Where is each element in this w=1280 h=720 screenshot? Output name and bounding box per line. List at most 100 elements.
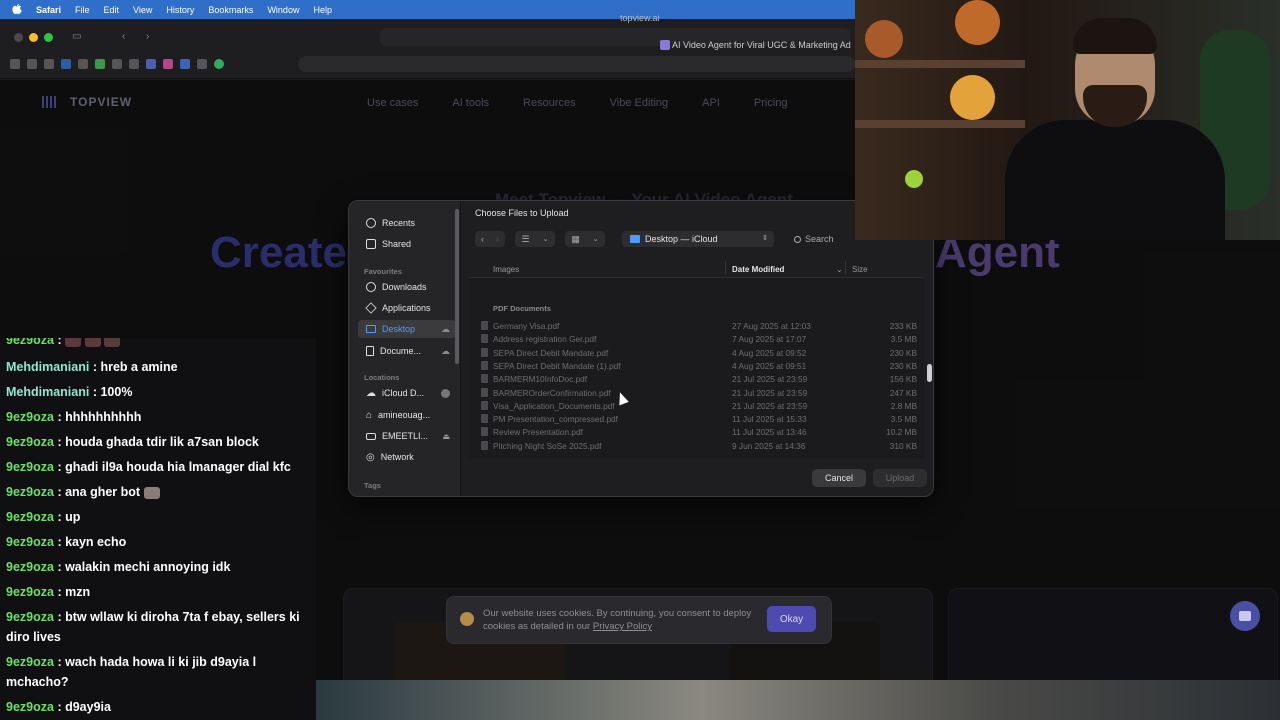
- minimize-window-button[interactable]: [29, 33, 38, 42]
- file-row[interactable]: Pitching Night SoSe 2025.pdf 9 Jun 2025 a…: [479, 440, 919, 453]
- icloud-icon: ☁: [441, 323, 450, 334]
- forward-icon[interactable]: ›: [496, 234, 499, 244]
- file-row[interactable]: Review Presentation.pdf 11 Jul 2025 at 13…: [479, 426, 919, 439]
- chat-username[interactable]: 9ez9oza: [6, 485, 54, 499]
- location-popup[interactable]: Desktop — iCloud ⇕: [622, 231, 774, 247]
- favorite-site-icon[interactable]: [78, 59, 88, 69]
- file-row[interactable]: PM Presentation_compressed.pdf 11 Jul 202…: [479, 413, 919, 426]
- favorite-site-icon[interactable]: [10, 59, 20, 69]
- sidebar-label: amineouag...: [378, 410, 431, 420]
- list-view-button[interactable]: ☰ ⌄: [515, 231, 555, 247]
- sidebar-toggle-icon[interactable]: ▭: [72, 31, 81, 42]
- close-window-button[interactable]: [14, 33, 23, 42]
- chat-text: : up: [57, 510, 81, 524]
- file-row[interactable]: SEPA Direct Debit Mandate.pdf 4 Aug 2025 …: [479, 347, 919, 360]
- clock-icon: [366, 218, 376, 228]
- chat-username[interactable]: 9ez9oza: [6, 560, 54, 574]
- chat-username[interactable]: Mehdimaniani: [6, 360, 89, 374]
- folder-icon: [630, 235, 640, 243]
- back-icon[interactable]: ‹: [481, 234, 484, 244]
- menu-edit[interactable]: Edit: [104, 5, 120, 15]
- favorite-site-icon[interactable]: [129, 59, 139, 69]
- file-row[interactable]: BARMERM10InfoDoc.pdf 21 Jul 2025 at 23:59…: [479, 373, 919, 386]
- zoom-window-button[interactable]: [44, 33, 53, 42]
- privacy-policy-link[interactable]: Privacy Policy: [593, 621, 652, 632]
- dialog-title: Choose Files to Upload: [475, 208, 569, 218]
- sidebar-item-documents[interactable]: Docume... ☁: [358, 342, 456, 360]
- cookie-text: Our website uses cookies. By continuing,…: [483, 607, 753, 633]
- file-row[interactable]: Visa_Application_Documents.pdf 21 Jul 202…: [479, 400, 919, 413]
- file-list-scrollbar[interactable]: [927, 364, 932, 382]
- sidebar-item-home[interactable]: ⌂ amineouag...: [358, 406, 456, 424]
- chat-text: : walakin mechi annoying idk: [57, 560, 231, 574]
- file-name: Review Presentation.pdf: [493, 427, 583, 438]
- sidebar-item-shared[interactable]: Shared: [358, 235, 456, 253]
- apple-icon[interactable]: [12, 4, 22, 15]
- favorite-site-icon[interactable]: [44, 59, 54, 69]
- chat-username[interactable]: Mehdimaniani: [6, 385, 89, 399]
- support-chat-icon[interactable]: [1230, 601, 1260, 631]
- forward-icon[interactable]: ›: [146, 31, 149, 42]
- chat-username[interactable]: 9ez9oza: [6, 610, 54, 624]
- favorite-site-icon[interactable]: [95, 59, 105, 69]
- upload-button[interactable]: Upload: [873, 469, 927, 487]
- sidebar-item-applications[interactable]: Applications: [358, 299, 456, 317]
- pdf-file-icon: [481, 427, 488, 437]
- chat-username[interactable]: 9ez9oza: [6, 460, 54, 474]
- chat-message: Mehdimaniani : hreb a amine: [6, 357, 312, 377]
- file-name: Visa_Application_Documents.pdf: [493, 400, 615, 411]
- spotify-icon[interactable]: [214, 59, 224, 69]
- pdf-file-icon: [481, 374, 488, 384]
- menu-bookmarks[interactable]: Bookmarks: [208, 5, 253, 15]
- favorite-site-icon[interactable]: [112, 59, 122, 69]
- chat-username[interactable]: 9ez9oza: [6, 435, 54, 449]
- chat-username[interactable]: 9ez9oza: [6, 700, 54, 714]
- column-date-modified[interactable]: Date Modified: [732, 265, 784, 274]
- active-tab[interactable]: [298, 56, 855, 72]
- linkedin-icon[interactable]: [61, 59, 71, 69]
- back-icon[interactable]: ‹: [122, 31, 125, 42]
- favorite-site-icon[interactable]: [146, 59, 156, 69]
- column-size[interactable]: Size: [852, 265, 868, 274]
- pdf-file-icon: [481, 400, 488, 410]
- instagram-icon[interactable]: [163, 59, 173, 69]
- sidebar-item-emeet-drive[interactable]: EMEETLI... ⏏: [358, 427, 456, 445]
- cancel-button[interactable]: Cancel: [812, 469, 866, 487]
- sidebar-item-downloads[interactable]: Downloads: [358, 278, 456, 296]
- favorite-site-icon[interactable]: [27, 59, 37, 69]
- menu-window[interactable]: Window: [267, 5, 299, 15]
- chat-username[interactable]: 9ez9oza: [6, 410, 54, 424]
- sidebar-item-network[interactable]: ◎ Network: [358, 448, 456, 466]
- chat-username[interactable]: 9ez9oza: [6, 338, 54, 347]
- file-row[interactable]: BARMEROrderConfirmation.pdf 21 Jul 2025 a…: [479, 387, 919, 400]
- file-row[interactable]: SEPA Direct Debit Mandate (1).pdf 4 Aug 2…: [479, 360, 919, 373]
- menu-help[interactable]: Help: [313, 5, 332, 15]
- sidebar-item-desktop[interactable]: Desktop ☁: [358, 320, 456, 338]
- cookie-okay-button[interactable]: Okay: [767, 606, 816, 632]
- emote-icon: [65, 338, 82, 347]
- chat-username[interactable]: 9ez9oza: [6, 510, 54, 524]
- sidebar-item-recents[interactable]: Recents: [358, 214, 456, 232]
- menu-history[interactable]: History: [166, 5, 194, 15]
- sidebar-scrollbar[interactable]: [455, 209, 459, 364]
- chat-username[interactable]: 9ez9oza: [6, 535, 54, 549]
- sidebar-section-locations: Locations: [364, 373, 400, 382]
- tiktok-icon[interactable]: [197, 59, 207, 69]
- download-icon: [366, 282, 376, 292]
- file-row[interactable]: Germany Visa.pdf 27 Aug 2025 at 12:03 233 …: [479, 320, 919, 333]
- eject-icon[interactable]: ⏏: [442, 432, 450, 441]
- cookie-icon: [460, 612, 474, 626]
- menu-view[interactable]: View: [133, 5, 152, 15]
- file-row[interactable]: Address registration Ger.pdf 7 Aug 2025 a…: [479, 333, 919, 346]
- chat-username[interactable]: 9ez9oza: [6, 585, 54, 599]
- group-view-button[interactable]: ▦ ⌄: [565, 231, 605, 247]
- facebook-icon[interactable]: [180, 59, 190, 69]
- menu-safari[interactable]: Safari: [36, 5, 61, 15]
- menu-file[interactable]: File: [75, 5, 90, 15]
- sidebar-item-icloud-drive[interactable]: ☁ iCloud D...: [358, 384, 456, 402]
- pdf-file-icon: [481, 387, 488, 397]
- chevron-down-icon: ⌄: [542, 236, 549, 243]
- column-name[interactable]: Images: [493, 265, 519, 274]
- chat-text: : kayn echo: [57, 535, 127, 549]
- chat-username[interactable]: 9ez9oza: [6, 655, 54, 669]
